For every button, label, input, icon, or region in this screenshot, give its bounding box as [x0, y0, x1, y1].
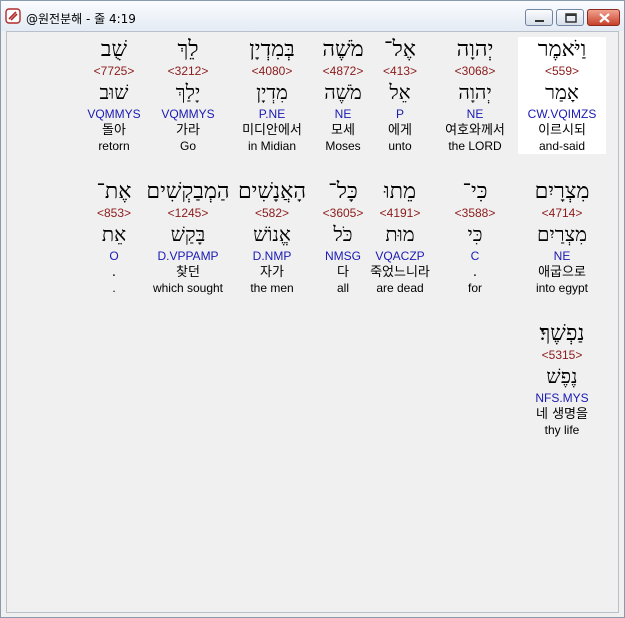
title-bar[interactable]: @원전분해 - 줄 4:19: [1, 1, 624, 31]
hebrew-word: שֻׁב: [100, 37, 128, 62]
interlinear-pane[interactable]: וַיֹּאמֶר <559> אָמַר CW.VQIMZS 이르시되 and-said…: [6, 31, 619, 613]
korean-gloss: 이르시되: [538, 123, 586, 138]
hebrew-word: אֶת־: [96, 179, 132, 204]
strong-number: <853>: [96, 206, 132, 220]
strong-number: <5315>: [541, 348, 583, 362]
app-window: @원전분해 - 줄 4:19 וַיֹּאמֶר <559> אָמַר CW.VQI…: [0, 0, 625, 618]
parsing-code: O: [109, 249, 119, 263]
word-column[interactable]: נַפְשֶׁךָ׃ <5315> נֶפֶשׁ NFS.MYS 네 생명을 thy li…: [518, 321, 606, 438]
parsing-code: NFS.MYS: [535, 391, 589, 405]
hebrew-word: הָאֲנָשִׁים: [237, 179, 307, 204]
english-gloss: the LORD: [448, 139, 502, 153]
english-gloss: thy life: [544, 423, 580, 437]
parsing-code: NE: [553, 249, 571, 263]
root-word: אֱנוֹשׁ: [253, 222, 291, 246]
strong-number: <559>: [544, 64, 580, 78]
hebrew-word: מִצְרָיִם: [534, 179, 590, 204]
english-gloss: in Midian: [247, 139, 297, 153]
hebrew-word: נַפְשֶׁךָ׃: [539, 321, 585, 346]
strong-number: <3068>: [454, 64, 496, 78]
root-word: יְהוָה: [458, 80, 492, 104]
hebrew-word: וַיֹּאמֶר: [537, 37, 587, 62]
korean-gloss: .: [472, 265, 478, 280]
close-button[interactable]: [587, 9, 620, 26]
root-word: מִדְיָן: [256, 80, 288, 104]
strong-number: <4080>: [251, 64, 293, 78]
english-gloss: .: [112, 281, 116, 295]
word-column[interactable]: הָאֲנָשִׁים <582> אֱנוֹשׁ D.NMP 자가 the men: [228, 179, 316, 296]
english-gloss: retorn: [98, 139, 130, 153]
word-column[interactable]: בְּמִדְיָן <4080> מִדְיָן P.NE 미디안에서 in Midia…: [228, 37, 316, 154]
word-column[interactable]: יְהוָה <3068> יְהוָה NE 여호와께서 the LORD: [431, 37, 519, 154]
close-icon: [599, 13, 610, 23]
minimize-icon: [535, 20, 544, 22]
korean-gloss: 미디안에서: [242, 123, 302, 138]
window-title: @원전분해 - 줄 4:19: [26, 12, 136, 26]
strong-number: <4714>: [541, 206, 583, 220]
maximize-icon: [565, 13, 577, 23]
root-word: מִצְרַיִם: [537, 222, 587, 246]
parsing-code: CW.VQIMZS: [527, 107, 597, 121]
word-column[interactable]: מִצְרָיִם <4714> מִצְרַיִם NE 애굽으로 into egypt: [518, 179, 606, 296]
root-word: אָמַר: [545, 80, 579, 104]
korean-gloss: .: [111, 265, 117, 280]
hebrew-word: בְּמִדְיָן: [249, 37, 295, 62]
strong-number: <3588>: [454, 206, 496, 220]
root-word: אֵת: [101, 222, 127, 246]
english-gloss: the men: [250, 281, 294, 295]
word-column[interactable]: אֶת־ <853> אֵת O..: [70, 179, 158, 296]
root-word: שׁוּב: [99, 80, 129, 104]
parsing-code: NE: [466, 107, 484, 121]
english-gloss: for: [467, 281, 482, 295]
root-word: כִּי: [467, 222, 483, 246]
korean-gloss: 자가: [260, 265, 284, 280]
english-gloss: and-said: [538, 139, 586, 153]
hebrew-word: יְהוָה: [456, 37, 494, 62]
korean-gloss: 네 생명을: [536, 407, 588, 422]
parsing-code: C: [470, 249, 480, 263]
maximize-button[interactable]: [556, 9, 584, 26]
korean-gloss: 애굽으로: [538, 265, 586, 280]
parsing-code: VQMMYS: [87, 107, 141, 121]
hebrew-word: כִּי־: [462, 179, 488, 204]
word-column[interactable]: וַיֹּאמֶר <559> אָמַר CW.VQIMZS 이르시되 and-said: [518, 37, 606, 154]
korean-gloss: 돌아: [102, 123, 126, 138]
parsing-code: P.NE: [258, 107, 286, 121]
strong-number: <582>: [254, 206, 290, 220]
root-word: נֶפֶשׁ: [546, 364, 578, 388]
app-icon: [5, 8, 21, 24]
minimize-button[interactable]: [525, 9, 553, 26]
strong-number: <7725>: [93, 64, 135, 78]
parsing-code: D.NMP: [252, 249, 292, 263]
word-column[interactable]: שֻׁב <7725> שׁוּב VQMMYS 돌아 retorn: [70, 37, 158, 154]
korean-gloss: 여호와께서: [445, 123, 505, 138]
english-gloss: into egypt: [535, 281, 589, 295]
word-column[interactable]: כִּי־ <3588> כִּי C. for: [431, 179, 519, 296]
